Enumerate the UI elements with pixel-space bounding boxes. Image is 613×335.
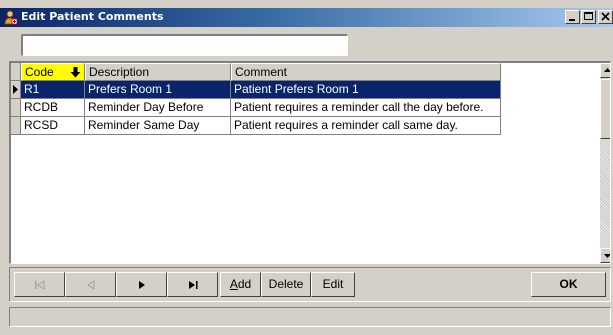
- cell-description[interactable]: Reminder Same Day: [85, 117, 231, 135]
- cell-comment[interactable]: Patient requires a reminder call same da…: [231, 117, 501, 135]
- search-input[interactable]: [21, 34, 348, 56]
- column-header-code[interactable]: Code: [21, 63, 85, 81]
- first-record-icon: [34, 279, 44, 290]
- close-icon: [601, 12, 610, 21]
- row-indicator: [11, 99, 21, 117]
- cell-code[interactable]: R1: [21, 81, 85, 99]
- column-header-code-label: Code: [25, 65, 54, 79]
- scroll-up-arrow-icon: [604, 68, 610, 72]
- add-button-hotkey: A: [229, 277, 238, 291]
- ok-button[interactable]: OK: [531, 272, 606, 297]
- table-row[interactable]: RCDB Reminder Day Before Patient require…: [11, 99, 501, 117]
- cell-code[interactable]: RCDB: [21, 99, 85, 117]
- close-button[interactable]: [598, 10, 613, 24]
- last-record-icon: [188, 280, 197, 289]
- edit-button[interactable]: Edit: [311, 272, 355, 297]
- first-record-button[interactable]: [14, 272, 65, 297]
- comments-grid[interactable]: Code Description Comment R1 Prefers Room…: [9, 61, 611, 264]
- last-record-button[interactable]: [167, 272, 218, 297]
- row-indicator: [11, 117, 21, 135]
- minimize-button[interactable]: [565, 10, 580, 24]
- maximize-icon: [584, 12, 593, 20]
- add-button[interactable]: Add: [220, 272, 261, 297]
- table-row[interactable]: R1 Prefers Room 1 Patient Prefers Room 1: [11, 81, 501, 99]
- delete-button[interactable]: Delete: [261, 272, 311, 297]
- scroll-up-button[interactable]: [600, 63, 610, 78]
- prev-record-icon: [86, 279, 94, 290]
- cell-comment[interactable]: Patient requires a reminder call the day…: [231, 99, 501, 117]
- window-title: Edit Patient Comments: [21, 10, 164, 23]
- column-header-description[interactable]: Description: [85, 63, 231, 81]
- next-record-button[interactable]: [116, 272, 167, 297]
- scroll-down-arrow-icon: [604, 254, 610, 258]
- scroll-thumb[interactable]: [600, 79, 610, 139]
- cell-description[interactable]: Reminder Day Before: [85, 99, 231, 117]
- edit-button-label: Edit: [322, 277, 344, 291]
- next-record-icon: [138, 280, 145, 289]
- column-header-comment-label: Comment: [235, 65, 288, 79]
- row-indicator-header: [11, 63, 21, 81]
- grid-header-row: Code Description Comment: [11, 63, 501, 81]
- prev-record-button[interactable]: [65, 272, 116, 297]
- status-bar: [9, 307, 611, 327]
- minimize-icon: [569, 19, 575, 21]
- title-bar[interactable]: Edit Patient Comments: [0, 8, 613, 27]
- add-button-label: dd: [237, 277, 252, 291]
- patient-app-icon: [4, 10, 18, 25]
- row-indicator: [11, 81, 21, 99]
- sort-down-arrow-icon: [70, 67, 81, 78]
- current-row-arrow-icon: [13, 85, 18, 94]
- maximize-button[interactable]: [581, 10, 596, 24]
- cell-comment[interactable]: Patient Prefers Room 1: [231, 81, 501, 99]
- delete-button-label: Delete: [268, 277, 304, 291]
- scroll-down-button[interactable]: [600, 248, 610, 263]
- table-row[interactable]: RCSD Reminder Same Day Patient requires …: [11, 117, 501, 135]
- button-bar: Add Delete Edit OK: [9, 267, 611, 302]
- column-header-description-label: Description: [89, 65, 150, 79]
- ok-button-label: OK: [559, 277, 578, 291]
- vertical-scrollbar[interactable]: [600, 63, 610, 263]
- column-header-comment[interactable]: Comment: [231, 63, 501, 81]
- cell-code[interactable]: RCSD: [21, 117, 85, 135]
- cell-description[interactable]: Prefers Room 1: [85, 81, 231, 99]
